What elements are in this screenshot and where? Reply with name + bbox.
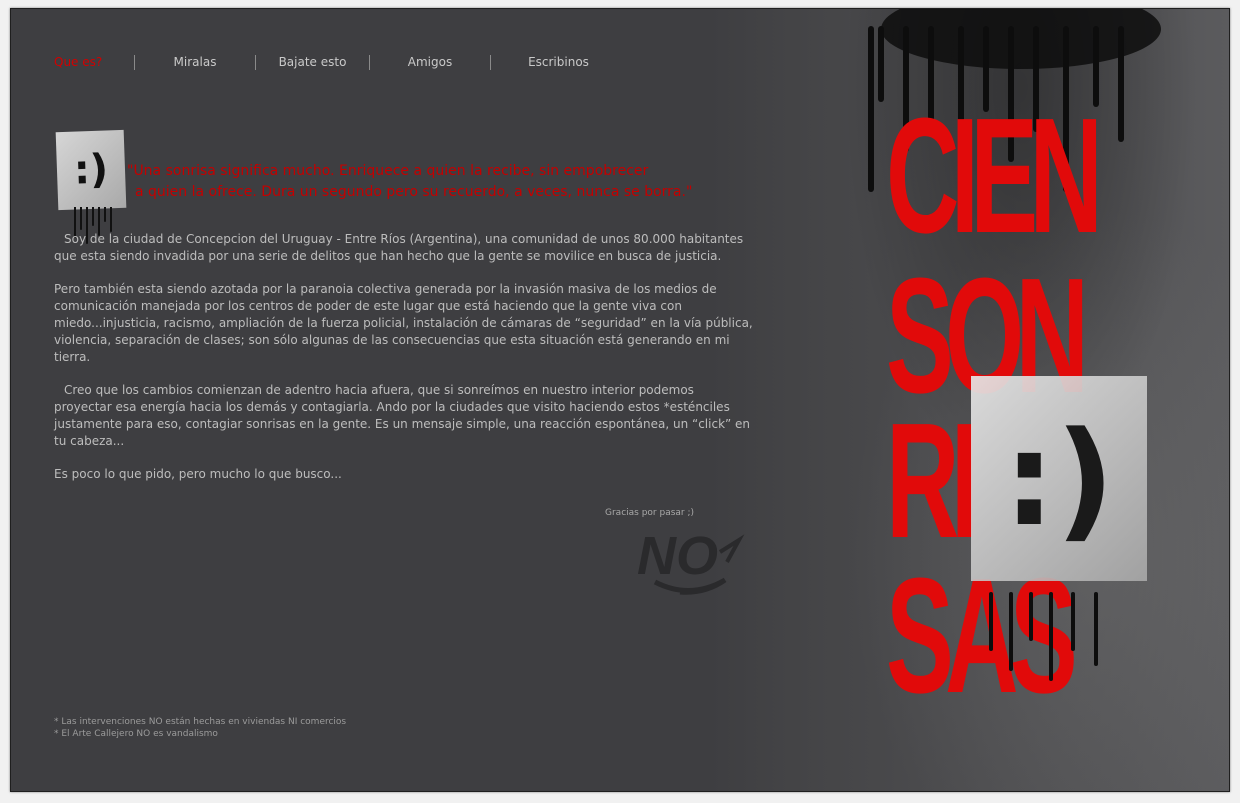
quote: "Una sonrisa significa mucho. Enriquece … (127, 161, 692, 203)
nav-escribinos[interactable]: Escribinos (491, 55, 626, 69)
graffiti-tag-text: NO (637, 526, 718, 586)
nav-bajate-esto[interactable]: Bajate esto (256, 55, 369, 69)
paragraph-2: Pero también esta siendo azotada por la … (54, 282, 753, 364)
paragraph-3: Creo que los cambios comienzan de adentr… (54, 383, 751, 448)
nav-amigos[interactable]: Amigos (370, 55, 490, 69)
quote-line-1: "Una sonrisa significa mucho. Enriquece … (127, 163, 649, 179)
nav-que-es[interactable]: Que es? (54, 55, 134, 69)
footnote-2: * El Arte Callejero NO es vandalismo (54, 729, 218, 739)
page-frame: Que es? Miralas Bajate esto Amigos Escri… (10, 8, 1230, 792)
stencil-poster: CIEN SON RI SAS :) (851, 9, 1229, 791)
smiley-sticker: :) (55, 129, 127, 211)
smiley-text: :) (73, 146, 109, 194)
footnotes: * Las intervenciones NO están hechas en … (54, 716, 346, 740)
red-drips-icon (989, 592, 1098, 681)
quote-line-2: a quien la ofrece. Dura un segundo pero … (135, 184, 693, 200)
paragraph-4: Es poco lo que pido, pero mucho lo que b… (54, 467, 342, 481)
graffiti-tag-logo: NO (637, 526, 745, 595)
nav-miralas[interactable]: Miralas (135, 55, 255, 69)
main-nav: Que es? Miralas Bajate esto Amigos Escri… (54, 53, 626, 71)
thanks-text: Gracias por pasar ;) (605, 508, 695, 518)
paragraph-1: Soy de la ciudad de Concepcion del Urugu… (54, 232, 744, 263)
intro-text: Soy de la ciudad de Concepcion del Urugu… (54, 231, 754, 499)
footnote-1: * Las intervenciones NO están hechas en … (54, 717, 347, 727)
